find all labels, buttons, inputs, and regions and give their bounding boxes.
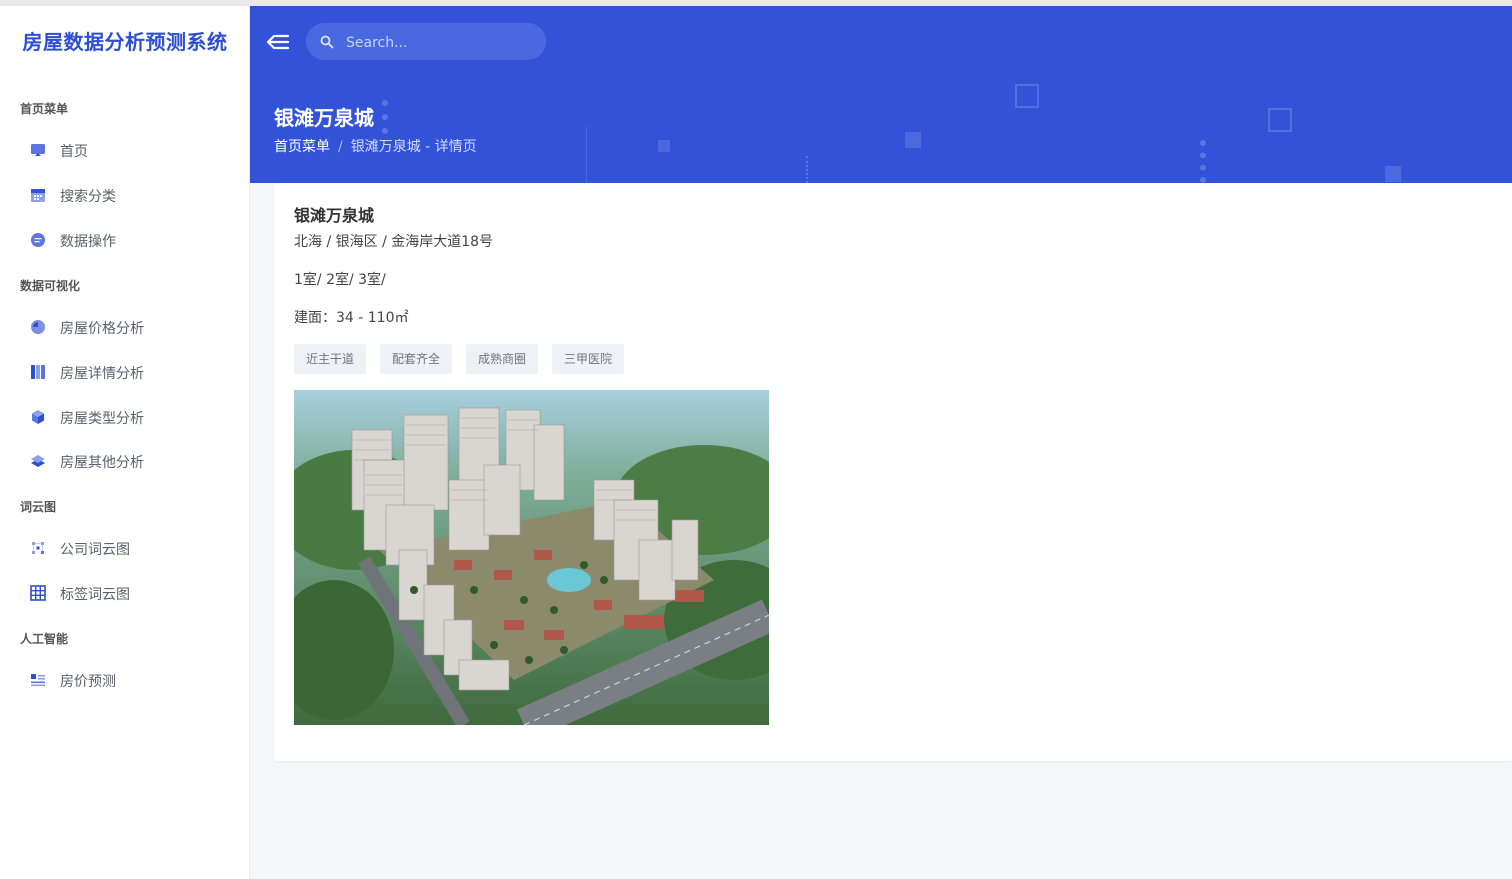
- grid-icon: [30, 585, 46, 601]
- sidebar-item-search-category[interactable]: 搜索分类: [0, 177, 249, 213]
- search-input[interactable]: [344, 23, 538, 62]
- cube-icon: [32, 410, 44, 424]
- decor-line: [586, 126, 587, 183]
- tag: 三甲医院: [552, 344, 625, 374]
- sidebar-item-label: 首页: [60, 144, 88, 160]
- sidebar-section-title: 人工智能: [20, 632, 69, 646]
- sidebar-item-label: 房屋类型分析: [60, 411, 144, 427]
- sidebar-item-label: 房屋其他分析: [60, 455, 144, 471]
- menu-collapse-icon[interactable]: [266, 32, 290, 52]
- breadcrumb-root[interactable]: 首页菜单: [274, 139, 330, 155]
- house-rooms: 1室/ 2室/ 3室/: [294, 272, 386, 288]
- sidebar-item-label: 搜索分类: [60, 189, 116, 205]
- decor-dots: [382, 100, 388, 134]
- sidebar-item-tag-wordcloud[interactable]: 标签词云图: [0, 575, 249, 611]
- page-title: 银滩万泉城: [274, 106, 374, 130]
- sidebar-section-title: 数据可视化: [20, 279, 81, 293]
- sidebar-item-label: 公司词云图: [60, 542, 130, 558]
- breadcrumb: 首页菜单 / 银滩万泉城 - 详情页: [274, 136, 477, 156]
- sidebar-item-detail-analysis[interactable]: 房屋详情分析: [0, 354, 249, 390]
- chat-icon: [31, 233, 45, 247]
- house-area: 建面：34 - 110㎡: [294, 310, 409, 326]
- columns-icon: [31, 365, 45, 379]
- sidebar-item-home[interactable]: 首页: [0, 132, 249, 168]
- search-box: [306, 23, 546, 62]
- tag: 成熟商圈: [466, 344, 539, 374]
- sidebar-item-type-analysis[interactable]: 房屋类型分析: [0, 399, 249, 435]
- decor-square: [1015, 84, 1039, 108]
- sidebar-item-label: 房价预测: [60, 674, 116, 690]
- sidebar-item-label: 数据操作: [60, 234, 116, 250]
- decor-square: [1385, 166, 1401, 182]
- sidebar-section-title: 词云图: [20, 500, 57, 514]
- tag: 近主干道: [294, 344, 367, 374]
- decor-square: [905, 132, 921, 148]
- breadcrumb-current: 银滩万泉城 - 详情页: [350, 139, 477, 155]
- sidebar-item-price-prediction[interactable]: 房价预测: [0, 662, 249, 698]
- calendar-icon: [31, 189, 45, 202]
- decor-dots: [806, 156, 808, 183]
- pie-icon: [31, 320, 45, 334]
- aerial-render-image: [294, 390, 769, 725]
- sidebar-item-data-ops[interactable]: 数据操作: [0, 222, 249, 258]
- scatter-icon: [32, 542, 44, 554]
- detail-card: 银滩万泉城 北海 / 银海区 / 金海岸大道18号 1室/ 2室/ 3室/ 建面…: [274, 183, 1512, 761]
- monitor-icon: [31, 144, 45, 156]
- sidebar-item-other-analysis[interactable]: 房屋其他分析: [0, 443, 249, 479]
- layers-icon: [31, 455, 45, 467]
- header: 银滩万泉城 首页菜单 / 银滩万泉城 - 详情页: [250, 6, 1512, 183]
- house-location: 北海 / 银海区 / 金海岸大道18号: [294, 234, 494, 250]
- house-photo: [294, 390, 769, 725]
- sidebar-section-title: 首页菜单: [20, 102, 69, 116]
- search-icon: [320, 35, 334, 49]
- tag: 配套齐全: [380, 344, 453, 374]
- decor-square: [1268, 108, 1292, 132]
- sidebar-item-label: 标签词云图: [60, 587, 130, 603]
- house-name: 银滩万泉城: [294, 206, 375, 225]
- list-icon: [31, 674, 45, 687]
- decor-square: [658, 140, 670, 152]
- sidebar-item-label: 房屋详情分析: [60, 366, 144, 382]
- breadcrumb-separator: /: [338, 139, 343, 155]
- sidebar-item-price-analysis[interactable]: 房屋价格分析: [0, 309, 249, 345]
- decor-dots: [1200, 140, 1206, 183]
- sidebar-item-label: 房屋价格分析: [60, 321, 144, 337]
- app-title: 房屋数据分析预测系统: [22, 30, 228, 54]
- sidebar-item-company-wordcloud[interactable]: 公司词云图: [0, 530, 249, 566]
- sidebar: 房屋数据分析预测系统 首页菜单 首页 搜索分类 数据操作 数据可视化 房屋价格分…: [0, 6, 250, 879]
- tag-list: 近主干道 配套齐全 成熟商圈 三甲医院: [294, 344, 625, 374]
